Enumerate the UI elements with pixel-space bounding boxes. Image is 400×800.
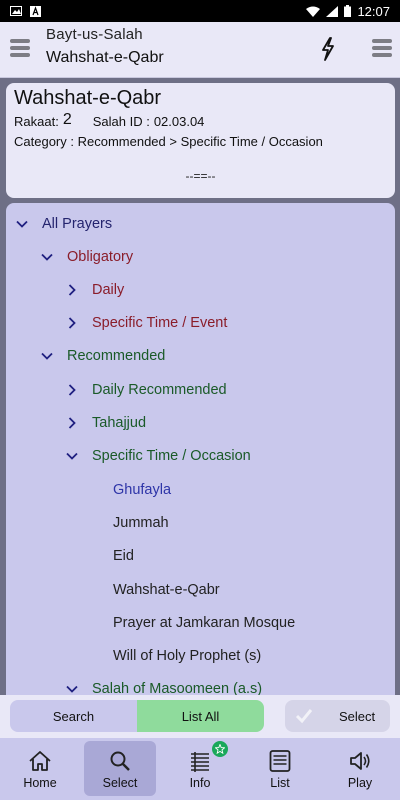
info-list-icon	[191, 752, 209, 772]
chevron-down-icon	[66, 452, 78, 460]
nav-play[interactable]: Play	[320, 738, 400, 800]
prayer-title: Wahshat-e-Qabr	[14, 87, 162, 109]
wifi-icon	[306, 6, 321, 17]
prayer-tree[interactable]: All Prayers Obligatory Daily Specific Ti…	[6, 203, 395, 695]
prayer-detail-card: Wahshat-e-Qabr Rakaat: 2 Salah ID : 02.0…	[6, 83, 395, 198]
tree-node-specific-time-occasion[interactable]: Specific Time / Occasion	[66, 441, 251, 471]
app-bar: Bayt-us-Salah Wahshat-e-Qabr	[0, 22, 400, 78]
home-icon	[29, 751, 51, 771]
text-app-icon	[30, 5, 41, 17]
category-value: Recommended > Specific Time / Occasion	[77, 134, 323, 149]
tree-node-label: Daily Recommended	[92, 382, 227, 398]
search-button[interactable]: Search	[10, 700, 137, 732]
signal-icon	[326, 5, 339, 17]
chevron-down-icon	[41, 352, 53, 360]
chevron-down-icon	[66, 685, 78, 693]
tree-node-label: Daily	[92, 282, 125, 298]
status-time: 12:07	[357, 3, 390, 19]
tree-leaf-wahshat-e-qabr[interactable]: Wahshat-e-Qabr	[113, 575, 220, 605]
rakaat-value: 2	[62, 111, 72, 128]
nav-home-label: Home	[23, 776, 57, 790]
nav-home[interactable]: Home	[0, 738, 80, 800]
nav-list[interactable]: List	[240, 738, 320, 800]
nav-select-label: Select	[102, 776, 138, 790]
tree-node-label: Salah of Masoomeen (a.s)	[92, 681, 263, 695]
select-button[interactable]: Select	[285, 700, 390, 732]
app-subtitle: Wahshat-e-Qabr	[46, 49, 164, 66]
category-label: Category :	[14, 134, 74, 149]
filter-toggle: Search List All	[10, 700, 264, 732]
nav-info[interactable]: Info	[160, 738, 240, 800]
chevron-right-icon	[68, 417, 76, 429]
status-bar: 12:07	[0, 0, 400, 22]
tree-node-label: Recommended	[67, 348, 166, 364]
image-icon	[10, 6, 22, 16]
prayer-meta: Rakaat: 2 Salah ID : 02.03.04	[14, 111, 205, 129]
tree-node-label: Specific Time / Occasion	[92, 448, 251, 464]
tree-node-label: All Prayers	[42, 216, 113, 232]
tree-node-tahajjud[interactable]: Tahajjud	[66, 408, 146, 438]
tree-node-label: Tahajjud	[92, 415, 147, 431]
tree-node-label: Will of Holy Prophet (s)	[113, 648, 262, 664]
tree-leaf-jamkaran-mosque[interactable]: Prayer at Jamkaran Mosque	[113, 608, 295, 638]
lightning-icon[interactable]	[318, 37, 338, 61]
action-bar: Search List All Select	[0, 695, 400, 738]
tree-node-label: Prayer at Jamkaran Mosque	[113, 615, 296, 631]
list-icon	[269, 750, 291, 772]
search-icon	[110, 751, 130, 771]
chevron-right-icon	[68, 317, 76, 329]
nav-select[interactable]: Select	[80, 738, 160, 800]
rakaat-label: Rakaat:	[14, 114, 59, 129]
chevron-right-icon	[68, 384, 76, 396]
overflow-menu-icon[interactable]	[372, 39, 392, 59]
bottom-nav: Home Select Info List Play	[0, 738, 400, 800]
nav-list-label: List	[270, 776, 290, 790]
chevron-down-icon	[16, 220, 28, 228]
tree-node-label: Specific Time / Event	[92, 315, 228, 331]
tree-node-daily[interactable]: Daily	[66, 275, 124, 305]
check-icon	[295, 709, 313, 724]
tree-node-all-prayers[interactable]: All Prayers	[16, 209, 112, 239]
tree-node-label: Eid	[113, 548, 134, 564]
speaker-icon	[350, 752, 370, 770]
app-title: Bayt-us-Salah	[46, 26, 143, 43]
nav-info-label: Info	[189, 776, 211, 790]
salah-id-value: 02.03.04	[153, 114, 205, 129]
star-badge-icon	[212, 741, 228, 757]
nav-play-label: Play	[347, 776, 373, 790]
tree-node-recommended[interactable]: Recommended	[41, 341, 165, 371]
tree-leaf-will-of-holy-prophet[interactable]: Will of Holy Prophet (s)	[113, 641, 261, 671]
tree-node-label: Obligatory	[67, 249, 134, 265]
menu-icon[interactable]	[10, 39, 30, 59]
tree-node-label: Wahshat-e-Qabr	[113, 582, 220, 598]
battery-icon	[344, 5, 352, 17]
tree-leaf-jummah[interactable]: Jummah	[113, 508, 169, 538]
chevron-down-icon	[41, 253, 53, 261]
prayer-category: Category : Recommended > Specific Time /…	[14, 134, 323, 149]
tree-node-label: Jummah	[113, 515, 169, 531]
salah-id-label: Salah ID :	[92, 114, 150, 129]
tree-node-label: Ghufayla	[113, 482, 172, 498]
list-all-button[interactable]: List All	[137, 700, 264, 732]
tree-node-obligatory[interactable]: Obligatory	[41, 242, 133, 272]
tree-node-specific-time-event[interactable]: Specific Time / Event	[66, 308, 227, 338]
tree-leaf-eid[interactable]: Eid	[113, 541, 134, 571]
tree-node-daily-recommended[interactable]: Daily Recommended	[66, 375, 227, 405]
card-divider: --==--	[185, 169, 216, 183]
tree-leaf-ghufayla[interactable]: Ghufayla	[113, 475, 171, 505]
select-button-label: Select	[339, 708, 376, 724]
chevron-right-icon	[68, 284, 76, 296]
tree-node-salah-of-masoomeen[interactable]: Salah of Masoomeen (a.s)	[66, 674, 262, 695]
